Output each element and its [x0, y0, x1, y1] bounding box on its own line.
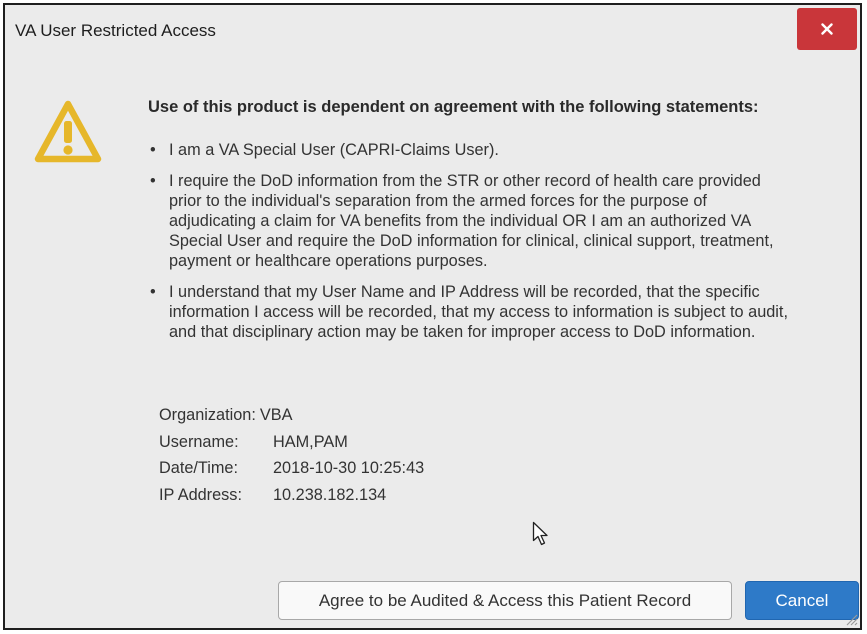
agree-access-button[interactable]: Agree to be Audited & Access this Patien… [278, 581, 732, 620]
datetime-label: Date/Time: [159, 459, 239, 477]
agreement-heading: Use of this product is dependent on agre… [148, 98, 759, 116]
resize-grip-icon[interactable] [844, 612, 858, 626]
dialog-titlebar[interactable]: VA User Restricted Access [5, 5, 860, 55]
bullet-glyph: • [150, 283, 156, 301]
agreement-statement-list: • I am a VA Special User (CAPRI-Claims U… [148, 140, 788, 353]
agreement-statement-text: I am a VA Special User (CAPRI-Claims Use… [169, 141, 499, 159]
ip-address-value: 10.238.182.134 [273, 485, 387, 504]
organization-value: VBA [259, 406, 293, 424]
datetime-row: Date/Time: 2018-10-30 10:25:43 [159, 455, 424, 482]
restricted-access-dialog: VA User Restricted Access Use of this pr… [3, 3, 862, 630]
close-icon [821, 23, 833, 35]
close-button[interactable] [797, 8, 857, 50]
organization-row: Organization: VBA [159, 402, 424, 429]
ip-address-row: IP Address: 10.238.182.134 [159, 482, 424, 509]
cancel-button[interactable]: Cancel [745, 581, 859, 620]
agreement-statement: • I am a VA Special User (CAPRI-Claims U… [148, 140, 788, 160]
username-value: HAM,PAM [273, 432, 348, 451]
username-row: Username: HAM,PAM [159, 429, 424, 456]
warning-triangle-icon [34, 100, 102, 163]
user-info-block: Organization: VBA Username: HAM,PAM Date… [159, 402, 424, 508]
agreement-statement-text: I understand that my User Name and IP Ad… [169, 283, 788, 341]
bullet-glyph: • [150, 172, 156, 190]
ip-address-label: IP Address: [159, 485, 242, 504]
dialog-title: VA User Restricted Access [15, 21, 216, 40]
mouse-pointer-icon [532, 521, 548, 546]
agreement-statement: • I require the DoD information from the… [148, 171, 788, 271]
agreement-statement: • I understand that my User Name and IP … [148, 282, 788, 342]
datetime-value: 2018-10-30 10:25:43 [273, 459, 425, 477]
bullet-glyph: • [150, 141, 156, 159]
username-label: Username: [159, 432, 239, 451]
agreement-statement-text: I require the DoD information from the S… [169, 172, 774, 270]
organization-label: Organization: [159, 406, 256, 424]
